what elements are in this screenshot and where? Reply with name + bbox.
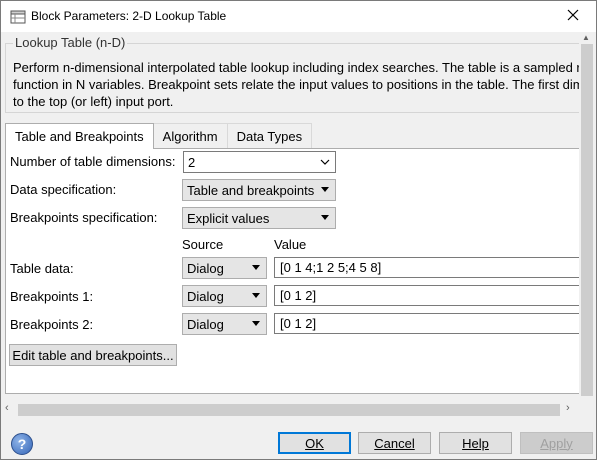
bp-spec-select[interactable]: Explicit values — [182, 207, 336, 229]
chevron-down-icon — [321, 187, 329, 192]
scroll-left-icon[interactable]: ‹ — [5, 402, 9, 414]
table-data-source-select[interactable]: Dialog — [182, 257, 267, 279]
value-column-header: Value — [274, 237, 307, 252]
bp1-field[interactable]: [0 1 2] — [274, 285, 596, 306]
bp1-source-select[interactable]: Dialog — [182, 285, 267, 307]
ok-label: OK — [305, 435, 324, 451]
vertical-scrollbar[interactable]: ▲ — [579, 32, 596, 401]
data-spec-select[interactable]: Table and breakpoints — [182, 179, 336, 201]
cancel-label: Cancel — [374, 435, 415, 451]
help-label: Help — [462, 435, 489, 451]
bp1-label: Breakpoints 1: — [10, 289, 94, 304]
description-line: function in N variables. Breakpoint sets… — [13, 77, 584, 92]
apply-label: Apply — [540, 435, 573, 451]
close-button[interactable] — [550, 1, 596, 32]
num-dims-label: Number of table dimensions: — [10, 154, 176, 169]
simulink-block-icon — [10, 9, 26, 25]
data-spec-value: Table and breakpoints — [187, 182, 315, 198]
dialog-window: Block Parameters: 2-D Lookup Table Looku… — [0, 0, 597, 460]
chevron-down-icon — [252, 293, 260, 298]
dialog-footer: ? OK Cancel Help Apply — [1, 418, 596, 459]
num-dims-value: 2 — [188, 154, 196, 170]
tab-table-and-breakpoints[interactable]: Table and Breakpoints — [5, 123, 154, 149]
block-description: Perform n-dimensional interpolated table… — [13, 59, 593, 110]
scroll-right-icon[interactable]: › — [566, 402, 570, 414]
help-icon[interactable]: ? — [11, 433, 33, 455]
tab-bar: Table and Breakpoints Algorithm Data Typ… — [5, 123, 313, 149]
chevron-down-icon — [252, 265, 260, 270]
cancel-button[interactable]: Cancel — [358, 432, 431, 454]
source-column-header: Source — [182, 237, 224, 252]
title-bar: Block Parameters: 2-D Lookup Table — [1, 1, 596, 32]
horizontal-scroll-thumb[interactable] — [18, 404, 560, 416]
description-line: to the top (or left) input port. — [13, 94, 174, 109]
chevron-down-icon — [320, 155, 330, 172]
scroll-up-icon[interactable]: ▲ — [582, 33, 590, 42]
ok-button[interactable]: OK — [278, 432, 351, 454]
apply-button[interactable]: Apply — [520, 432, 593, 454]
tab-algorithm[interactable]: Algorithm — [152, 123, 228, 148]
bp2-source-select[interactable]: Dialog — [182, 313, 267, 335]
close-icon — [567, 9, 579, 24]
help-button[interactable]: Help — [439, 432, 512, 454]
tab-data-types[interactable]: Data Types — [226, 123, 313, 148]
bp-spec-value: Explicit values — [187, 210, 270, 226]
table-data-field[interactable]: [0 1 4;1 2 5;4 5 8] — [274, 257, 596, 278]
chevron-down-icon — [321, 215, 329, 220]
num-dims-select[interactable]: 2 — [183, 151, 336, 173]
bp2-field[interactable]: [0 1 2] — [274, 313, 596, 334]
table-data-source-value: Dialog — [187, 260, 224, 276]
bp2-source-value: Dialog — [187, 316, 224, 332]
group-title: Lookup Table (n-D) — [13, 35, 128, 50]
description-line: Perform n-dimensional interpolated table… — [13, 60, 588, 75]
parameters-scroll-area: Lookup Table (n-D) Perform n-dimensional… — [1, 32, 596, 401]
horizontal-scrollbar[interactable]: ‹ › — [1, 401, 596, 418]
chevron-down-icon — [252, 321, 260, 326]
table-data-label: Table data: — [10, 261, 74, 276]
edit-table-button[interactable]: Edit table and breakpoints... — [9, 344, 177, 366]
window-title: Block Parameters: 2-D Lookup Table — [31, 9, 227, 23]
bp1-source-value: Dialog — [187, 288, 224, 304]
bp2-label: Breakpoints 2: — [10, 317, 94, 332]
data-spec-label: Data specification: — [10, 182, 117, 197]
bp-spec-label: Breakpoints specification: — [10, 210, 158, 225]
vertical-scroll-thumb[interactable] — [581, 44, 593, 396]
